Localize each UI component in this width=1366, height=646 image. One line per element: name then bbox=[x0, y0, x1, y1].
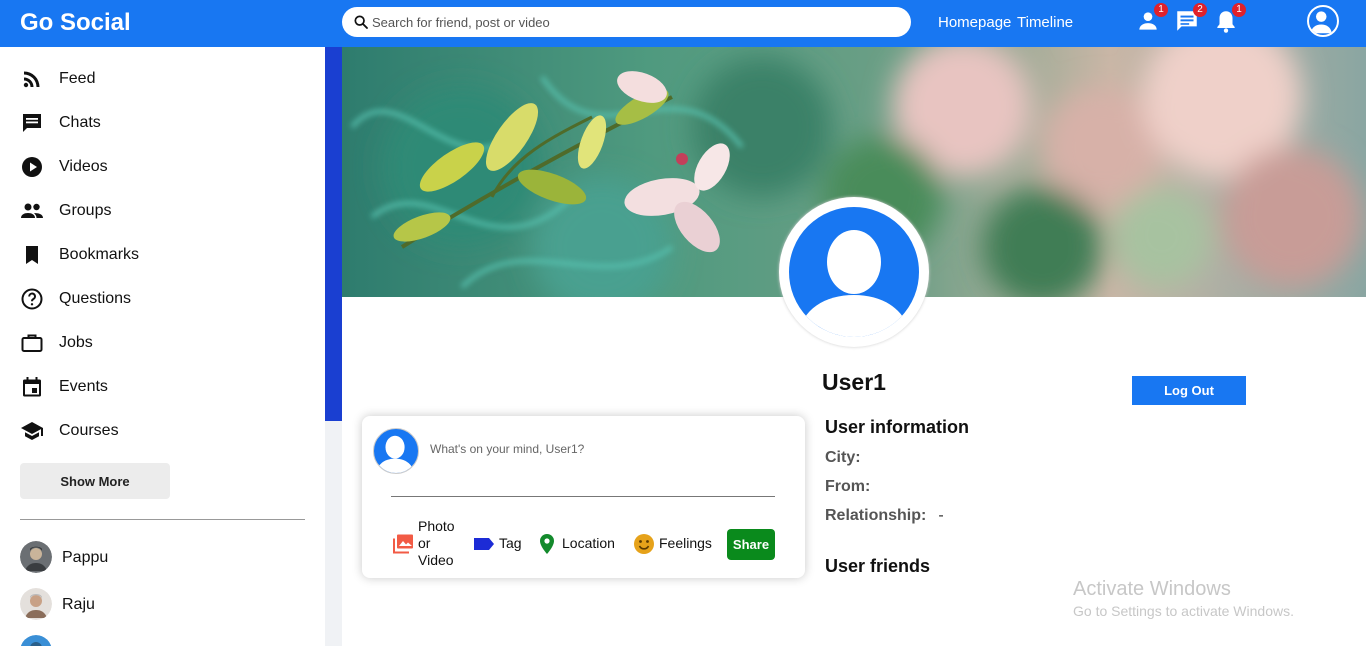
friend-list-item[interactable]: Raju bbox=[20, 588, 270, 622]
user-silhouette-icon bbox=[375, 435, 415, 473]
photo-library-icon bbox=[393, 534, 413, 554]
notification-badge: 2 bbox=[1193, 3, 1207, 17]
share-button[interactable]: Share bbox=[727, 529, 775, 560]
sidebar-item-chats[interactable]: Chats bbox=[20, 108, 300, 138]
info-key: From: bbox=[825, 478, 871, 495]
sidebar-item-videos[interactable]: Videos bbox=[20, 152, 300, 182]
sidebar-item-label: Questions bbox=[59, 290, 132, 307]
calendar-icon bbox=[23, 377, 41, 397]
photo-video-option[interactable]: Photo or Video bbox=[391, 516, 461, 568]
sidebar-edge-bar bbox=[325, 47, 342, 421]
notifications-button[interactable]: 1 bbox=[1213, 3, 1246, 34]
search-input[interactable] bbox=[372, 7, 892, 37]
bookmark-icon bbox=[26, 246, 38, 264]
messages-button[interactable]: 2 bbox=[1174, 3, 1207, 34]
chat-icon bbox=[23, 114, 41, 132]
sidebar-item-label: Videos bbox=[59, 158, 108, 175]
avatar bbox=[373, 428, 419, 474]
sidebar-item-bookmarks[interactable]: Bookmarks bbox=[20, 240, 300, 270]
user-friends-heading: User friends bbox=[825, 556, 931, 576]
sidebar-item-feed[interactable]: Feed bbox=[20, 64, 300, 94]
post-input[interactable] bbox=[430, 442, 770, 456]
notification-badge: 1 bbox=[1232, 3, 1246, 17]
friend-name: Pappu bbox=[62, 549, 109, 566]
avatar bbox=[20, 588, 52, 620]
sidebar-item-label: Courses bbox=[59, 422, 119, 439]
option-label: or bbox=[418, 535, 431, 551]
windows-activation-watermark: Activate Windows bbox=[1073, 578, 1231, 600]
smiley-icon bbox=[634, 534, 654, 554]
homepage-link[interactable]: Homepage bbox=[938, 14, 1011, 31]
search-icon bbox=[354, 15, 368, 29]
user-silhouette-icon bbox=[797, 230, 911, 337]
info-row-city: City: bbox=[825, 449, 873, 467]
play-circle-icon bbox=[22, 157, 42, 177]
location-pin-icon bbox=[540, 534, 554, 554]
notification-badge: 1 bbox=[1154, 3, 1168, 17]
tag-option[interactable]: Tag bbox=[472, 516, 527, 566]
sidebar-edge-bar-lower bbox=[325, 421, 342, 646]
sidebar-divider bbox=[20, 519, 305, 520]
info-key: City: bbox=[825, 449, 861, 466]
logout-button[interactable]: Log Out bbox=[1132, 376, 1246, 405]
option-label: Feelings bbox=[659, 535, 712, 551]
top-bar: Go Social Homepage Timeline 1 2 1 bbox=[0, 0, 1366, 47]
location-option[interactable]: Location bbox=[535, 516, 620, 566]
avatar[interactable] bbox=[1307, 5, 1339, 37]
sidebar-item-label: Feed bbox=[59, 70, 96, 87]
sidebar-item-label: Bookmarks bbox=[59, 246, 140, 263]
info-value: - bbox=[938, 507, 944, 524]
friend-name: Raju bbox=[62, 596, 95, 613]
tag-label-icon bbox=[474, 538, 494, 550]
option-label: Photo bbox=[418, 518, 455, 534]
friend-requests-button[interactable]: 1 bbox=[1135, 3, 1168, 34]
show-more-button[interactable]: Show More bbox=[20, 463, 170, 499]
group-icon bbox=[21, 203, 43, 218]
avatar bbox=[20, 541, 52, 573]
rss-icon bbox=[23, 71, 40, 88]
app-logo[interactable]: Go Social bbox=[20, 9, 131, 37]
friend-list-item[interactable] bbox=[20, 635, 270, 646]
create-post-card: Photo or Video Tag Location Feelings Sha… bbox=[362, 416, 805, 578]
search-bar[interactable] bbox=[342, 7, 911, 37]
help-circle-icon bbox=[21, 288, 43, 310]
info-row-from: From: bbox=[825, 478, 882, 496]
school-icon bbox=[21, 422, 43, 440]
sidebar-item-label: Jobs bbox=[59, 334, 93, 351]
post-divider bbox=[391, 496, 775, 497]
profile-username: User1 bbox=[822, 369, 886, 395]
avatar bbox=[20, 635, 52, 646]
info-row-relationship: Relationship: - bbox=[825, 507, 944, 525]
sidebar-item-label: Groups bbox=[59, 202, 112, 219]
user-silhouette-icon bbox=[1310, 11, 1332, 34]
sidebar-item-groups[interactable]: Groups bbox=[20, 196, 300, 226]
profile-picture[interactable] bbox=[779, 197, 929, 347]
sidebar-item-label: Events bbox=[59, 378, 108, 395]
windows-activation-subtext: Go to Settings to activate Windows. bbox=[1073, 603, 1294, 619]
sidebar-item-events[interactable]: Events bbox=[20, 372, 300, 402]
timeline-link[interactable]: Timeline bbox=[1017, 14, 1073, 31]
sidebar-item-courses[interactable]: Courses bbox=[20, 416, 300, 446]
briefcase-icon bbox=[21, 334, 43, 352]
info-key: Relationship: bbox=[825, 507, 927, 524]
sidebar-item-jobs[interactable]: Jobs bbox=[20, 328, 300, 358]
option-label: Tag bbox=[499, 535, 522, 551]
left-sidebar: Feed Chats Videos Groups Bookmarks Quest… bbox=[0, 47, 325, 646]
sidebar-item-label: Chats bbox=[59, 114, 101, 131]
option-label: Location bbox=[562, 535, 615, 551]
sidebar-item-questions[interactable]: Questions bbox=[20, 284, 300, 314]
user-information-heading: User information bbox=[825, 417, 970, 437]
feelings-option[interactable]: Feelings bbox=[632, 516, 717, 566]
friend-list-item[interactable]: Pappu bbox=[20, 541, 270, 575]
option-label: Video bbox=[418, 552, 454, 568]
